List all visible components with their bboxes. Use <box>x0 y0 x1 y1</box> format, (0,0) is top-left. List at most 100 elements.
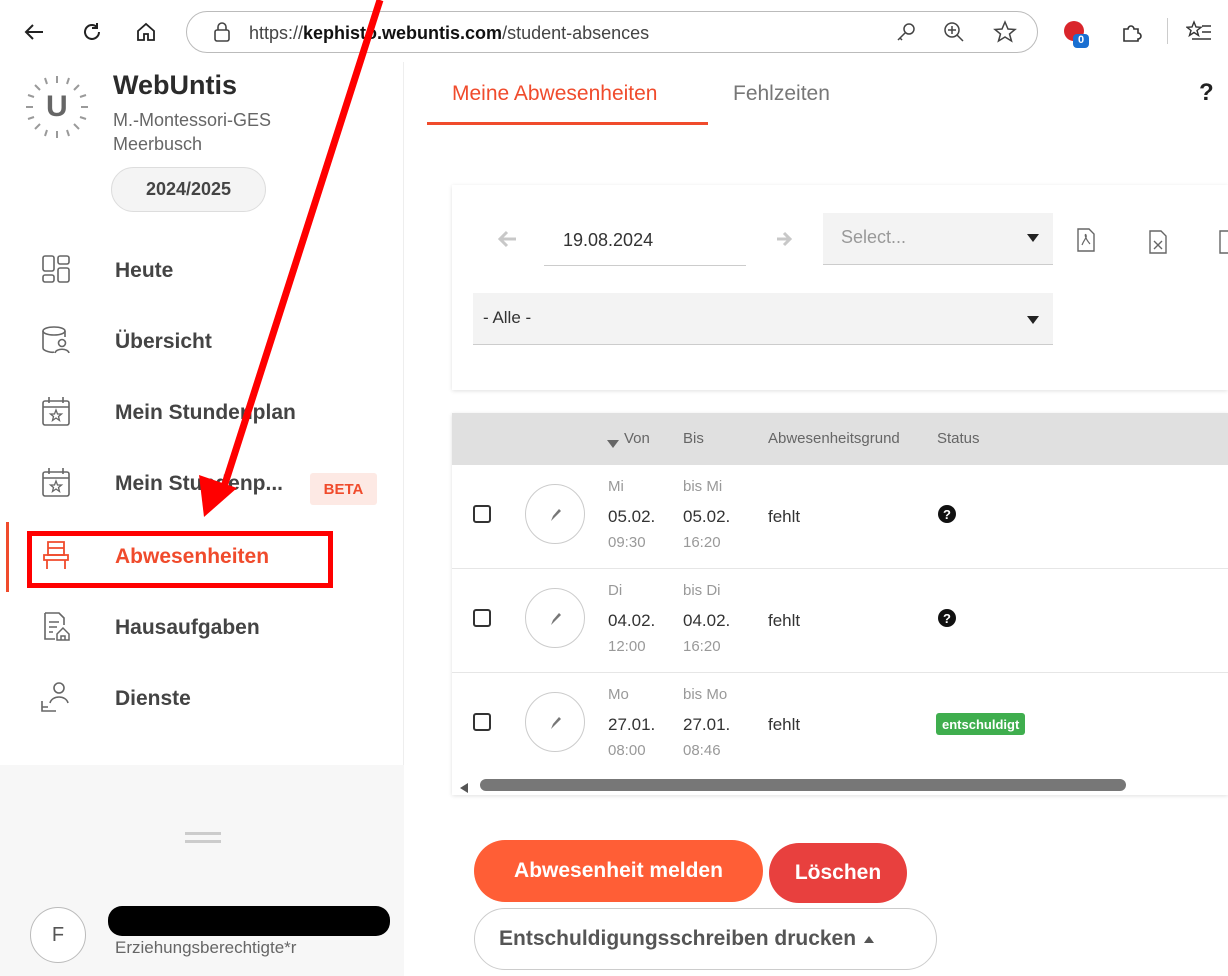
favorite-star-icon[interactable] <box>993 20 1017 49</box>
report-absence-button[interactable]: Abwesenheit melden <box>474 840 763 902</box>
column-header-bis[interactable]: Bis <box>683 430 704 447</box>
delete-button[interactable]: Löschen <box>769 843 907 903</box>
homework-icon <box>40 610 72 642</box>
sidebar-item-uebersicht[interactable]: Übersicht <box>0 312 400 372</box>
from-date: 27.01. <box>608 715 656 734</box>
extensions-puzzle-icon[interactable] <box>1120 21 1142 48</box>
from-time: 09:30 <box>608 534 646 551</box>
date-input[interactable]: 19.08.2024 <box>544 226 746 266</box>
sort-desc-icon[interactable] <box>607 435 619 453</box>
absence-reason: fehlt <box>768 611 801 630</box>
filter-card: 19.08.2024 Select... - Alle - <box>452 185 1228 390</box>
question-status-icon: ? <box>938 505 956 523</box>
caret-down-icon <box>1027 229 1039 247</box>
date-value: 19.08.2024 <box>563 230 654 250</box>
to-date: 05.02. <box>683 507 731 526</box>
school-line1: M.-Montessori-GES <box>113 110 272 130</box>
calendar-star-icon <box>40 395 72 427</box>
horizontal-scrollbar[interactable] <box>480 779 1126 791</box>
select-dropdown[interactable]: Select... <box>823 213 1053 265</box>
absences-table: Von Bis Abwesenheitsgrund Status Mi 05.0… <box>452 413 1228 795</box>
column-header-status[interactable]: Status <box>937 430 980 447</box>
from-date: 05.02. <box>608 507 656 526</box>
lock-icon[interactable] <box>213 22 231 47</box>
overview-icon <box>40 324 72 356</box>
to-date: 04.02. <box>683 611 731 630</box>
webuntis-logo: U <box>22 72 92 142</box>
help-button[interactable]: ? <box>1199 79 1214 107</box>
beta-badge: BETA <box>310 473 377 505</box>
school-name: M.-Montessori-GES Meerbusch <box>113 108 313 156</box>
pdf-export-icon[interactable] <box>1076 228 1096 257</box>
calendar-star-icon <box>40 466 72 498</box>
school-line2: Meerbusch <box>113 134 203 154</box>
sidebar-item-hausaufgaben[interactable]: Hausaufgaben <box>0 598 400 658</box>
zoom-icon[interactable] <box>943 21 965 48</box>
table-row[interactable]: Mi 05.02. 09:30 bis Mi 05.02. 16:20 fehl… <box>452 465 1228 569</box>
back-arrow-icon[interactable] <box>20 18 48 46</box>
to-day: bis Di <box>683 582 721 599</box>
school-year-selector[interactable]: 2024/2025 <box>111 167 266 212</box>
previous-arrow-icon[interactable] <box>496 229 518 254</box>
reload-icon[interactable] <box>78 18 106 46</box>
collapse-handle-icon[interactable] <box>185 832 221 844</box>
row-checkbox[interactable] <box>473 609 491 627</box>
dashboard-icon <box>40 253 72 285</box>
excel-export-icon[interactable] <box>1148 230 1168 259</box>
url-path: /student-absences <box>502 23 650 43</box>
row-checkbox[interactable] <box>473 713 491 731</box>
url-text[interactable]: https://kephisto.webuntis.com/student-ab… <box>249 23 649 44</box>
edit-button[interactable] <box>525 692 585 752</box>
table-row[interactable]: Mo 27.01. 08:00 bis Mo 27.01. 08:46 fehl… <box>452 673 1228 777</box>
to-date: 27.01. <box>683 715 731 734</box>
sidebar-item-label: Übersicht <box>115 330 212 353</box>
table-row[interactable]: Di 04.02. 12:00 bis Di 04.02. 16:20 fehl… <box>452 569 1228 673</box>
caret-up-icon <box>864 930 875 948</box>
pencil-icon <box>551 509 561 521</box>
to-time: 08:46 <box>683 742 721 759</box>
sidebar-item-label: Mein Stundenplan <box>115 401 296 424</box>
address-bar[interactable]: https://kephisto.webuntis.com/student-ab… <box>186 11 1038 53</box>
row-checkbox[interactable] <box>473 505 491 523</box>
column-header-von[interactable]: Von <box>624 430 650 447</box>
browser-toolbar: https://kephisto.webuntis.com/student-ab… <box>0 0 1228 62</box>
url-scheme: https:// <box>249 23 304 43</box>
table-header: Von Bis Abwesenheitsgrund Status <box>452 413 1228 465</box>
from-date: 04.02. <box>608 611 656 630</box>
app-name: WebUntis <box>113 70 238 100</box>
sidebar-item-heute[interactable]: Heute <box>0 241 400 301</box>
sidebar-item-label: Hausaufgaben <box>115 616 260 639</box>
tab-fehlzeiten[interactable]: Fehlzeiten <box>733 82 830 106</box>
password-key-icon[interactable] <box>895 21 917 48</box>
pencil-icon <box>551 613 561 625</box>
avatar[interactable]: F <box>30 907 86 963</box>
from-day: Mo <box>608 686 629 703</box>
redacted-username <box>108 906 390 936</box>
scroll-left-icon[interactable] <box>460 780 468 798</box>
edit-button[interactable] <box>525 484 585 544</box>
sidebar-item-mein-stundenplan[interactable]: Mein Stundenplan <box>0 383 400 443</box>
print-excuse-button[interactable]: Entschuldigungsschreiben drucken <box>474 908 937 970</box>
question-status-icon: ? <box>938 609 956 627</box>
url-host: kephisto.webuntis.com <box>303 23 503 43</box>
edit-button[interactable] <box>525 588 585 648</box>
favorites-list-icon[interactable] <box>1185 20 1212 49</box>
to-time: 16:20 <box>683 638 721 655</box>
duties-icon <box>40 681 72 713</box>
from-time: 08:00 <box>608 742 646 759</box>
print-excuse-label: Entschuldigungsschreiben drucken <box>499 927 857 950</box>
column-header-grund[interactable]: Abwesenheitsgrund <box>768 430 900 447</box>
annotation-highlight-box <box>27 531 333 588</box>
next-arrow-icon[interactable] <box>775 231 793 252</box>
home-icon[interactable] <box>132 18 160 46</box>
category-filter-dropdown[interactable]: - Alle - <box>473 293 1053 345</box>
extension-icon[interactable]: 0 <box>1062 20 1090 53</box>
from-day: Mi <box>608 478 624 495</box>
sidebar-item-dienste[interactable]: Dienste <box>0 669 400 729</box>
tab-meine-abwesenheiten[interactable]: Meine Abwesenheiten <box>452 82 657 106</box>
caret-down-icon <box>1027 311 1039 329</box>
export-icon[interactable] <box>1218 230 1228 254</box>
extension-badge: 0 <box>1078 34 1085 46</box>
pencil-icon <box>551 717 561 729</box>
toolbar-divider <box>1167 18 1168 44</box>
